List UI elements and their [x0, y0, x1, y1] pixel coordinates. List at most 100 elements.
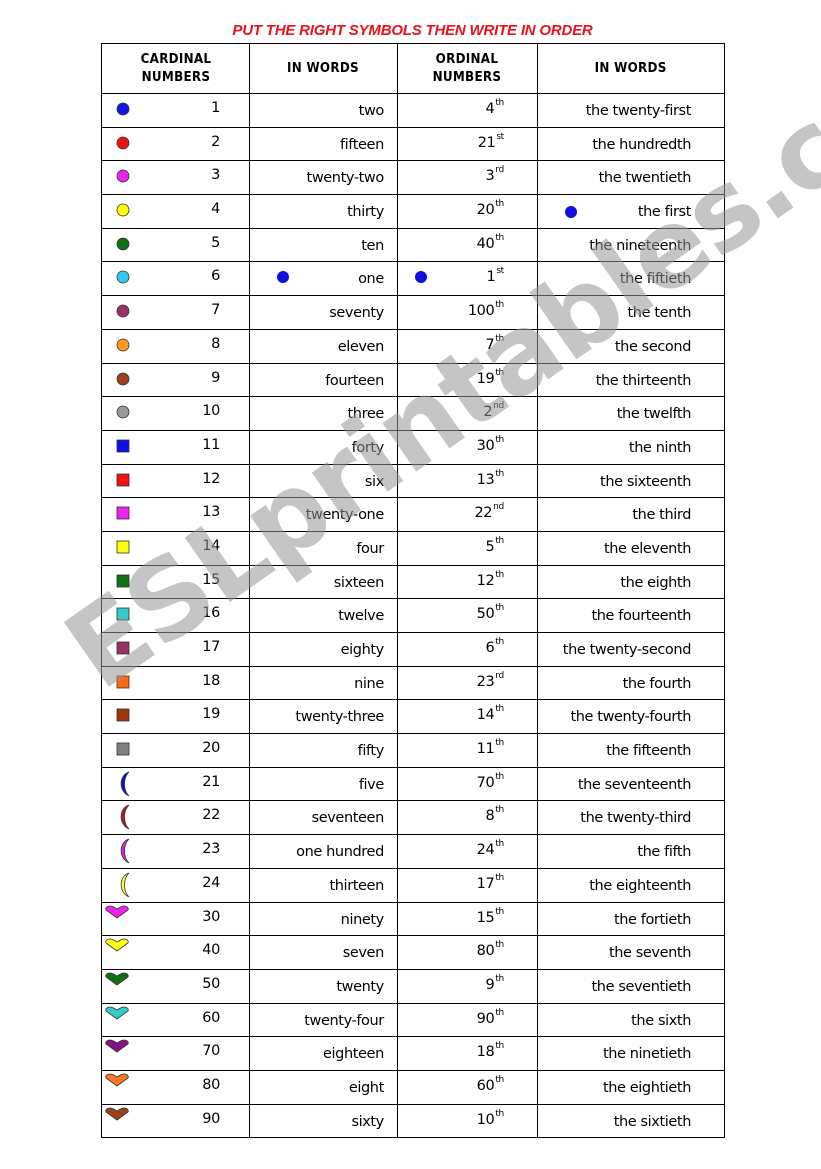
cardinal-number: 60 [202, 1009, 220, 1026]
square-symbol-icon [116, 439, 130, 455]
ordinal-word: the twentieth [598, 170, 692, 187]
cardinal-word-cell: four [248, 530, 398, 566]
example-marker-dot-icon [414, 270, 428, 288]
ordinal-cell: 4th [396, 93, 538, 128]
cardinal-cell: 21 [101, 766, 250, 802]
ordinal-word-cell: the tenth [536, 295, 726, 330]
ordinal-word: the twenty-fourth [570, 709, 691, 726]
ordinal-word-cell: the eighteenth [536, 867, 726, 903]
cardinal-word-cell: eleven [248, 328, 398, 364]
ordinal-cell: 80th [396, 935, 538, 970]
cardinal-word-cell: sixty [248, 1103, 398, 1139]
cardinal-word: twenty-one [305, 507, 385, 524]
ordinal-word-cell: the thirteenth [536, 362, 726, 398]
cardinal-number: 23 [202, 841, 220, 858]
cardinal-word: twenty [336, 978, 384, 995]
ordinal-value: 70 [476, 774, 495, 791]
ordinal-suffix: th [495, 434, 504, 445]
ordinal-cell: 12th [396, 564, 538, 600]
ordinal-number: 50th [477, 603, 505, 622]
ordinal-suffix: th [495, 199, 504, 210]
ordinal-value: 14 [476, 707, 495, 724]
cardinal-number: 11 [202, 436, 220, 453]
ordinal-word: the tenth [627, 305, 692, 322]
cardinal-number: 18 [202, 672, 220, 689]
square-symbol-icon [116, 742, 130, 758]
cardinal-cell: 50 [101, 968, 250, 1004]
cardinal-word-cell: twenty-three [248, 699, 398, 735]
cardinal-word: sixty [351, 1113, 384, 1130]
cardinal-number: 80 [202, 1076, 220, 1093]
cardinal-word-cell: eight [248, 1069, 398, 1105]
cardinal-word: ten [361, 237, 384, 254]
ordinal-number: 90th [477, 1008, 505, 1027]
square-symbol-icon [116, 708, 130, 724]
heart-symbol-icon [104, 1107, 129, 1123]
cardinal-word-cell: three [248, 396, 398, 431]
ordinal-number: 13th [477, 468, 505, 488]
ordinal-suffix: th [495, 232, 504, 243]
ordinal-number: 40th [477, 232, 505, 252]
heart-symbol-icon [104, 938, 129, 954]
table-row: 8 eleven 7th the second [101, 328, 726, 364]
cardinal-number: 6 [211, 268, 220, 285]
table-row: 11 forty 30th the ninth [101, 429, 726, 465]
ordinal-word-cell: the seventeenth [536, 766, 726, 802]
ordinal-cell: 2nd [396, 396, 538, 431]
cardinal-cell: 5 [101, 227, 250, 263]
ordinal-word: the sixteenth [600, 473, 691, 490]
ordinal-number: 1st [487, 266, 505, 285]
table-row: 18 nine 23rd the fourth [101, 665, 726, 701]
cardinal-cell: 80 [101, 1069, 250, 1105]
table-row: 70 eighteen 18th the ninetieth [101, 1036, 726, 1071]
ordinal-word: the fifth [637, 844, 691, 861]
cardinal-word: twenty-two [306, 170, 385, 187]
table-row: 16 twelve 50th the fourteenth [101, 598, 726, 633]
cardinal-number: 21 [202, 773, 220, 790]
ordinal-word: the sixtieth [613, 1113, 692, 1130]
ordinal-word: the twelfth [616, 406, 692, 423]
cardinal-word-cell: sixteen [248, 564, 398, 600]
cardinal-word: one hundred [296, 844, 384, 861]
table-row: 60 twenty-four 90th the sixth [101, 1002, 726, 1038]
cardinal-word: thirteen [329, 877, 384, 894]
cardinal-word-cell: twenty-two [248, 160, 398, 196]
ordinal-value: 9 [485, 976, 495, 993]
cardinal-number: 9 [211, 369, 220, 386]
ordinal-suffix: th [495, 468, 504, 479]
cardinal-number: 30 [202, 908, 220, 925]
ordinal-word-cell: the sixtieth [536, 1103, 726, 1139]
ordinal-word: the eighteenth [589, 877, 691, 894]
ordinal-cell: 6th [396, 632, 538, 667]
cardinal-word-cell: ninety [248, 901, 398, 937]
circle-symbol-icon [116, 304, 130, 320]
cardinal-word-cell: seventeen [248, 800, 398, 836]
cardinal-word: fifteen [339, 136, 384, 153]
ordinal-cell: 70th [396, 766, 538, 802]
cardinal-number: 5 [211, 234, 220, 251]
ordinal-word-cell: the eightieth [536, 1069, 726, 1105]
table-row: 23 one hundred 24th the fifth [101, 834, 726, 869]
cardinal-word-cell: eighty [248, 632, 398, 667]
ordinal-word-cell: the fifteenth [536, 733, 726, 768]
cardinal-number: 3 [211, 167, 220, 184]
cardinal-number: 12 [202, 470, 220, 487]
circle-symbol-icon [116, 372, 130, 388]
ordinal-number: 14th [476, 704, 505, 724]
cardinal-number: 22 [202, 807, 220, 824]
ordinal-word: the second [614, 338, 692, 355]
ordinal-value: 100 [467, 302, 495, 319]
ordinal-value: 7 [485, 336, 495, 353]
cardinal-word: three [347, 406, 385, 423]
cardinal-cell: 13 [101, 497, 250, 532]
ordinal-word-cell: the nineteenth [536, 227, 726, 263]
cardinal-cell: 4 [101, 194, 250, 229]
ordinal-number: 9th [485, 974, 505, 993]
circle-symbol-icon [116, 169, 130, 185]
cardinal-word: seventy [329, 305, 384, 322]
ordinal-number: 10th [477, 1109, 505, 1128]
ordinal-cell: 19th [396, 362, 538, 398]
table-row: 13 twenty-one 22nd the third [101, 497, 726, 532]
ordinal-word: the fiftieth [619, 271, 692, 288]
numbers-table: CARDINAL NUMBERS IN WORDS ORDINAL NUMBER… [101, 43, 726, 1139]
